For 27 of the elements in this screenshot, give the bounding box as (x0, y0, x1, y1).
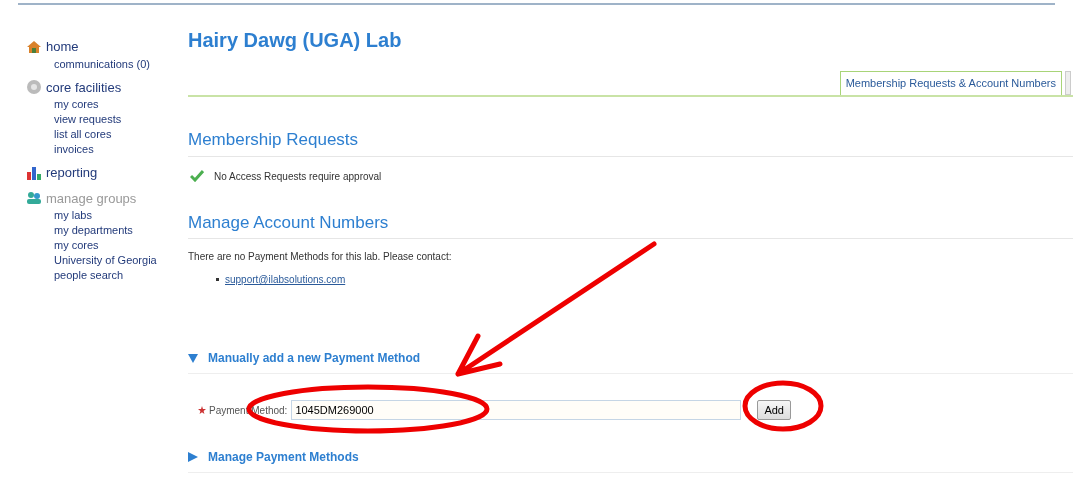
sidebar-group-link[interactable]: home (46, 37, 79, 57)
section-title[interactable]: Manually add a new Payment Method (208, 349, 421, 367)
payment-method-field[interactable]: 1045DM269000 (291, 400, 742, 420)
sidebar-group-link[interactable]: reporting (46, 163, 98, 183)
add-button[interactable]: Add (757, 400, 791, 420)
sidebar-link[interactable]: view requests (26, 112, 182, 127)
sidebar-link[interactable]: communications (0) (26, 56, 182, 72)
down-triangle-icon[interactable] (188, 353, 198, 363)
sidebar-group-link[interactable]: core facilities (46, 77, 122, 97)
right-triangle-icon[interactable] (188, 452, 198, 462)
sidebar-link[interactable]: my cores (26, 97, 182, 112)
status-text: No Access Requests require approval (214, 169, 382, 184)
checkmark-icon (190, 170, 204, 182)
section-heading: Membership Requests (188, 127, 1073, 157)
bullet-icon (216, 278, 219, 281)
section-heading: Manage Account Numbers (188, 209, 1073, 239)
bar-chart-icon (26, 165, 42, 180)
people-icon (26, 191, 42, 206)
sidebar-link[interactable]: list all cores (26, 127, 182, 142)
page-title: Hairy Dawg (UGA) Lab (188, 28, 403, 53)
email-link[interactable]: support@ilabsolutions.com (225, 272, 346, 287)
gear-icon (26, 79, 42, 96)
tab[interactable]: Membership Requests & Account Numbers (839, 71, 1062, 95)
sidebar-link[interactable]: invoices (26, 142, 182, 157)
section-title[interactable]: Manage Payment Methods (208, 448, 359, 466)
info-text: There are no Payment Methods for this lab. Please contact: (188, 250, 453, 264)
house-icon (26, 39, 42, 54)
